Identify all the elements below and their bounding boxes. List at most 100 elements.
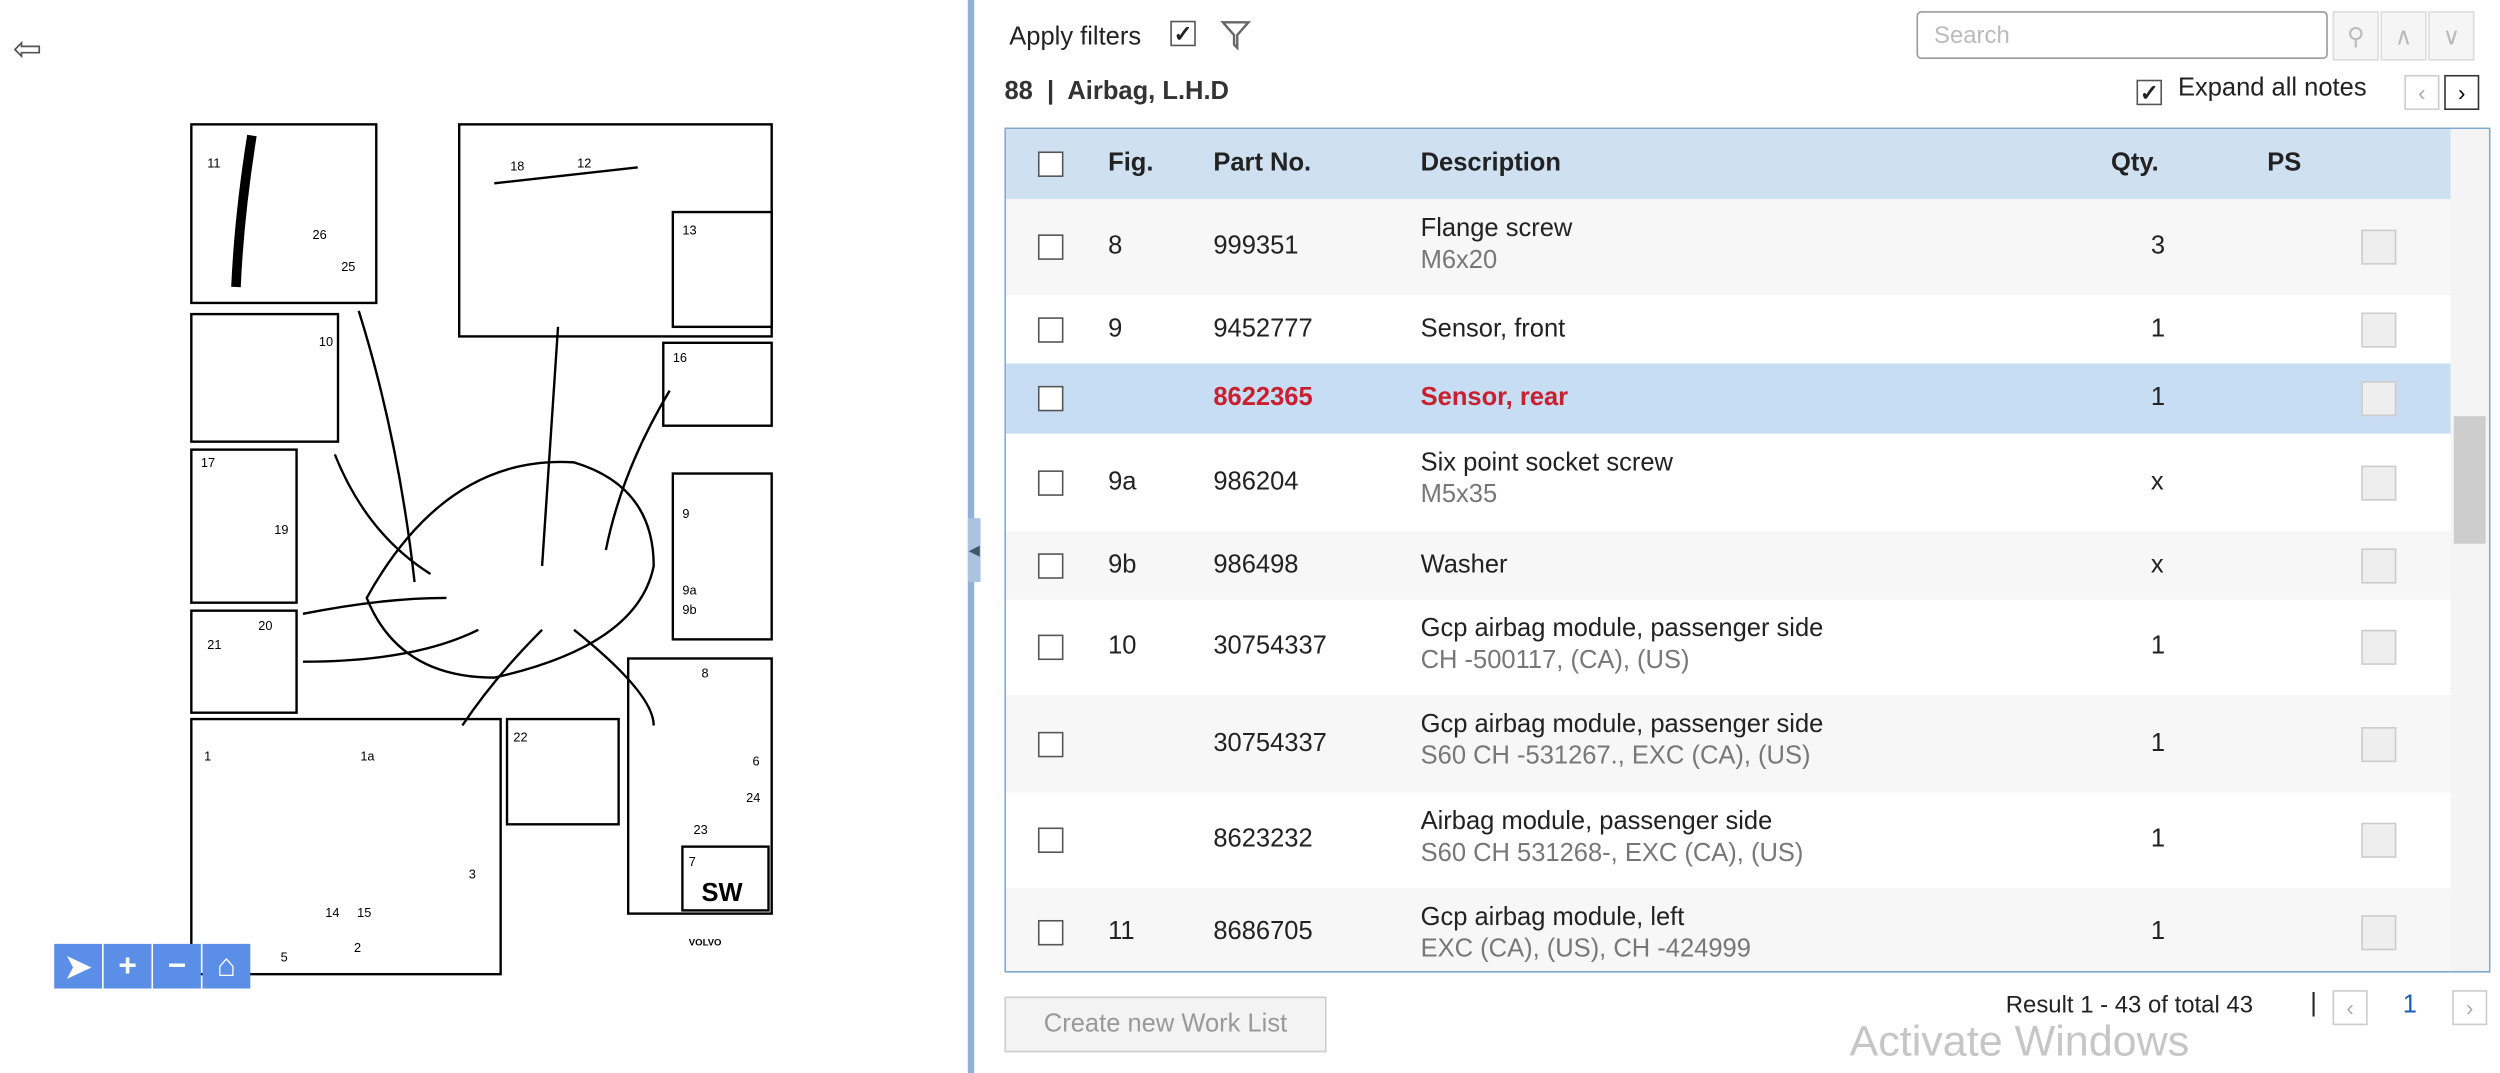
row-checkbox[interactable]	[1037, 385, 1064, 412]
diagram-label: 2	[354, 940, 361, 955]
col-qty[interactable]: Qty.	[2111, 150, 2159, 179]
part-number[interactable]: 999351	[1213, 233, 1298, 262]
prev-page-icon[interactable]: ‹	[2332, 990, 2368, 1026]
table-row[interactable]: 9a 986204 Six point socket screw M5x35 x	[1006, 433, 2451, 533]
description: Sensor, rear	[1420, 384, 1569, 412]
zoom-out-icon[interactable]: −	[153, 943, 201, 989]
note-icon[interactable]	[2361, 726, 2397, 762]
col-part-no[interactable]: Part No.	[1213, 150, 1311, 179]
description-note: CH -500117, (CA), (US)	[1420, 647, 1690, 675]
pointer-icon[interactable]: ➤	[54, 943, 103, 989]
description: Gcp airbag module, passenger side	[1420, 711, 1824, 739]
row-checkbox[interactable]	[1037, 634, 1064, 661]
note-icon[interactable]	[2361, 915, 2397, 951]
description-note: M6x20	[1420, 247, 1498, 275]
table-row[interactable]: 8622365 Sensor, rear 1	[1006, 363, 2451, 436]
prev-section-icon[interactable]: ‹	[2404, 74, 2440, 111]
part-number[interactable]: 986204	[1213, 468, 1298, 497]
part-number[interactable]: 8686705	[1213, 918, 1312, 947]
pager-separator: |	[2310, 990, 2317, 1018]
quantity: 1	[2150, 384, 2166, 412]
row-checkbox[interactable]	[1037, 919, 1064, 946]
note-icon[interactable]	[2361, 464, 2397, 500]
diagram-label: 10	[319, 334, 333, 349]
next-page-icon[interactable]: ›	[2452, 990, 2488, 1026]
note-icon[interactable]	[2361, 311, 2397, 347]
create-work-list-button[interactable]: Create new Work List	[1004, 996, 1327, 1053]
diagram-label: 1	[204, 749, 211, 764]
search-input[interactable]: Search	[1916, 11, 2328, 59]
table-row[interactable]: 30754337 Gcp airbag module, passenger si…	[1006, 695, 2451, 795]
section-title: 88 | Airbag, L.H.D	[1004, 78, 1229, 106]
select-all-checkbox[interactable]	[1037, 151, 1064, 177]
activate-windows-watermark: Activate Windows	[1849, 1017, 2190, 1066]
diagram-label: SW	[702, 879, 744, 907]
row-checkbox[interactable]	[1037, 552, 1064, 578]
description: Six point socket screw	[1420, 449, 1673, 477]
note-icon[interactable]	[2361, 629, 2397, 665]
next-section-icon[interactable]: ›	[2444, 74, 2480, 111]
apply-filters-checkbox[interactable]: ✓	[1170, 20, 1196, 47]
result-count: Result 1 - 43 of total 43	[2005, 991, 2254, 1019]
note-icon[interactable]	[2361, 822, 2397, 858]
row-checkbox[interactable]	[1037, 827, 1064, 854]
description-note: S60 CH -531267., EXC (CA), (US)	[1420, 742, 1811, 771]
col-fig[interactable]: Fig.	[1108, 150, 1153, 179]
note-icon[interactable]	[2361, 381, 2397, 417]
table-scrollbar[interactable]	[2450, 129, 2489, 971]
page-number[interactable]: 1	[2403, 992, 2417, 1021]
diagram-label: 7	[689, 854, 696, 869]
table-row[interactable]: 9b 986498 Washer x	[1006, 530, 2451, 602]
table-header: Fig. Part No. Description Qty. PS	[1006, 129, 2451, 200]
diagram-label: 9b	[682, 602, 696, 617]
diagram-label: 23	[694, 822, 708, 837]
search-icon[interactable]: ⚲	[2332, 11, 2379, 61]
table-row[interactable]: 8 999351 Flange screw M6x20 3	[1006, 199, 2451, 297]
zoom-in-icon[interactable]: +	[103, 943, 152, 989]
part-number[interactable]: 30754337	[1213, 729, 1327, 758]
parts-table: Fig. Part No. Description Qty. PS 8 9993…	[1004, 127, 2491, 973]
col-description[interactable]: Description	[1421, 150, 1561, 179]
note-icon[interactable]	[2361, 229, 2397, 265]
search-next-icon[interactable]: ∨	[2428, 11, 2475, 61]
row-checkbox[interactable]	[1037, 469, 1064, 496]
col-ps[interactable]: PS	[2267, 150, 2301, 179]
diagram-label: 3	[469, 867, 476, 882]
description-note: S60 CH 531268-, EXC (CA), (US)	[1420, 840, 1804, 868]
part-number[interactable]: 8622365	[1213, 384, 1312, 413]
table-row[interactable]: 8623232 Airbag module, passenger side S6…	[1006, 792, 2451, 890]
diagram-label: 26	[313, 227, 327, 242]
collapse-handle[interactable]: ◀	[967, 518, 981, 582]
part-number[interactable]: 986498	[1213, 551, 1298, 580]
expand-notes-label: Expand all notes	[2177, 74, 2367, 103]
table-row[interactable]: 11 8686705 Gcp airbag module, left EXC (…	[1006, 888, 2451, 971]
diagram-label: 20	[258, 618, 272, 633]
search-prev-icon[interactable]: ∧	[2380, 11, 2427, 61]
row-checkbox[interactable]	[1037, 316, 1064, 342]
home-icon[interactable]: ⌂	[202, 943, 251, 989]
note-icon[interactable]	[2361, 547, 2397, 583]
quantity: 1	[2150, 729, 2166, 757]
diagram-label: 12	[577, 155, 591, 170]
row-checkbox[interactable]	[1037, 234, 1064, 260]
row-checkbox[interactable]	[1037, 731, 1064, 757]
table-row[interactable]: 10 30754337 Gcp airbag module, passenger…	[1006, 599, 2451, 697]
diagram-label: 9	[682, 506, 689, 521]
scrollbar-thumb[interactable]	[2453, 416, 2486, 544]
filter-icon[interactable]	[1220, 19, 1252, 51]
diagram-label: 6	[753, 753, 760, 768]
part-number[interactable]: 30754337	[1213, 633, 1327, 662]
description: Sensor, front	[1420, 314, 1566, 342]
diagram-label: 14	[325, 905, 339, 920]
apply-filters-label: Apply filters	[1009, 23, 1142, 52]
table-row[interactable]: 9 9452777 Sensor, front 1	[1006, 294, 2451, 366]
part-number[interactable]: 8623232	[1213, 826, 1312, 855]
fig-number: 9b	[1108, 550, 1137, 578]
description-note: EXC (CA), (US), CH -424999	[1420, 935, 1751, 964]
diagram-label: 22	[513, 729, 527, 744]
diagram-label: 13	[682, 222, 696, 237]
back-arrow-icon[interactable]: ⇦	[13, 29, 42, 70]
expand-notes-checkbox[interactable]: ✓	[2136, 79, 2163, 106]
description: Washer	[1420, 550, 1508, 578]
part-number[interactable]: 9452777	[1213, 315, 1312, 344]
